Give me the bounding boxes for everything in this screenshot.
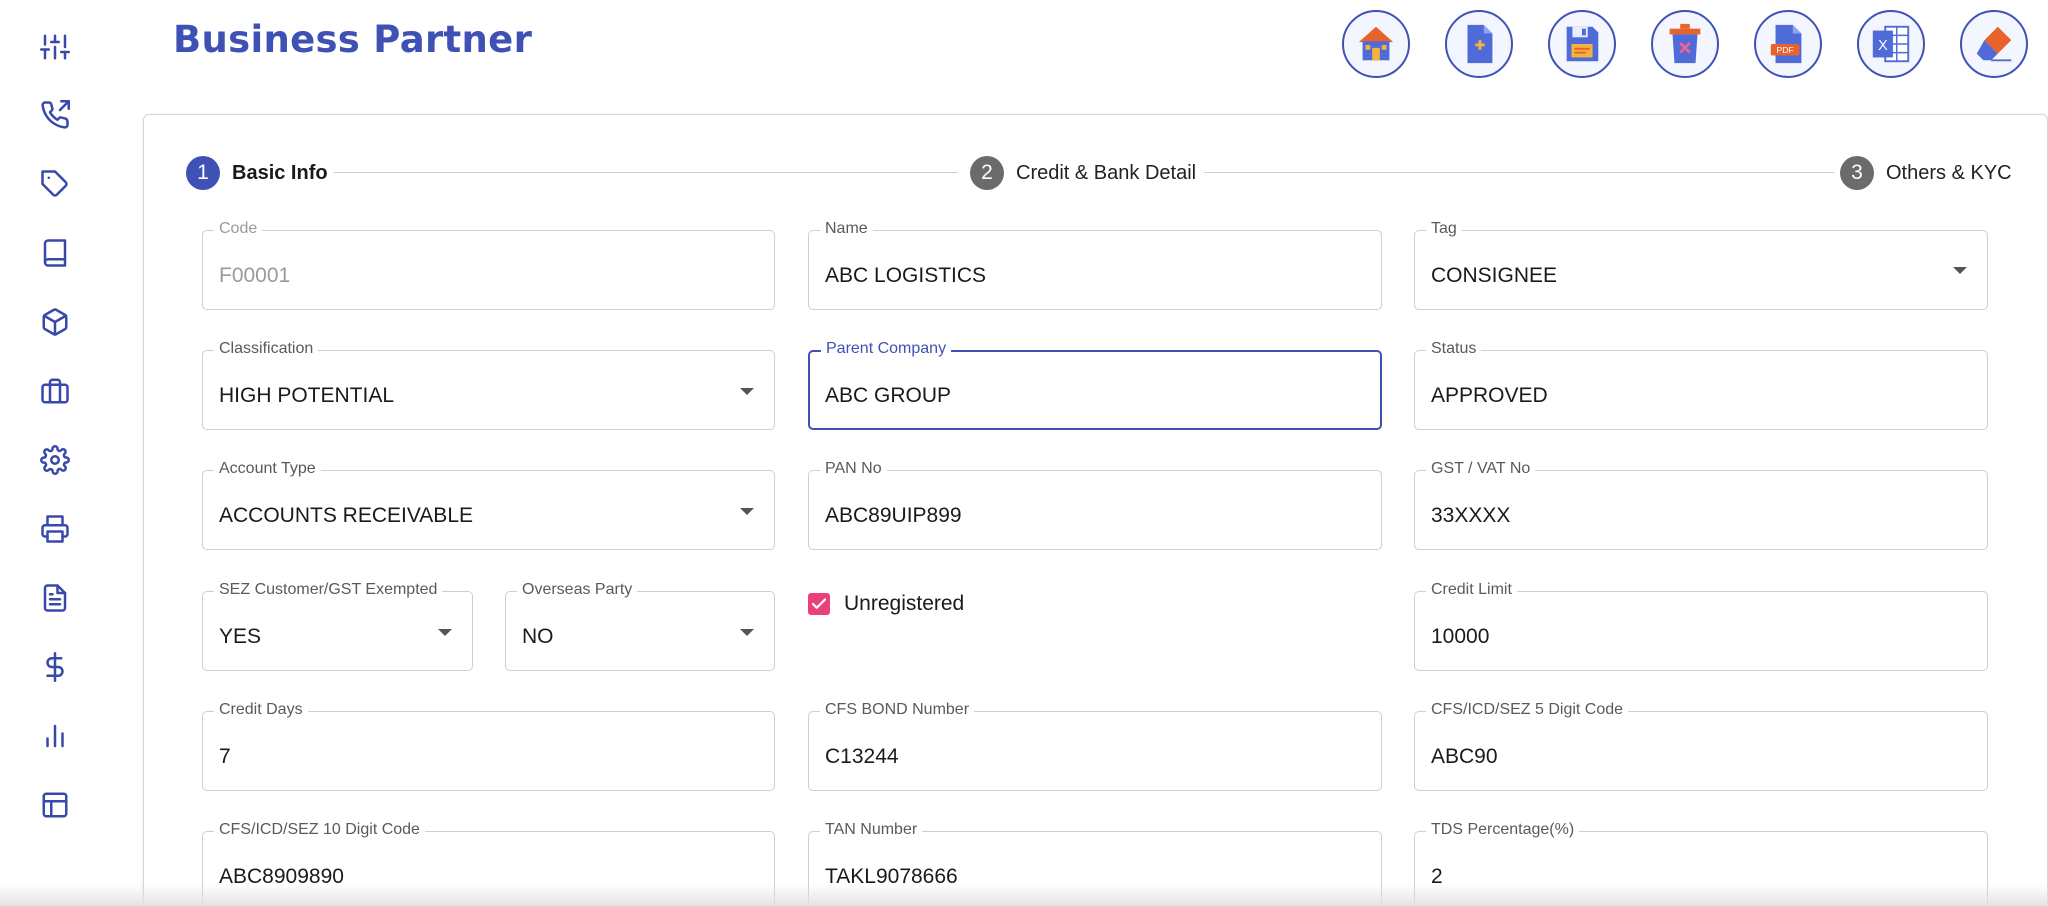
excel-icon: X — [1872, 25, 1910, 63]
parent-company-field[interactable]: Parent Company ABC GROUP — [808, 340, 1382, 430]
book-icon[interactable] — [34, 232, 76, 274]
chevron-down-icon — [740, 508, 754, 515]
step-label: Basic Info — [232, 161, 328, 184]
floppy-disk-icon — [1566, 26, 1599, 62]
chevron-down-icon — [1953, 267, 1967, 274]
status-field[interactable]: Status APPROVED — [1414, 340, 1988, 430]
field-value: 7 — [219, 745, 231, 768]
field-value: 10000 — [1431, 625, 1490, 648]
home-icon — [1358, 26, 1394, 61]
cfs-bond-number-field[interactable]: CFS BOND Number C13244 — [808, 701, 1382, 791]
delete-button[interactable] — [1651, 10, 1719, 78]
step-credit-bank-detail[interactable]: 2 Credit & Bank Detail — [970, 154, 1196, 192]
field-label: PAN No — [820, 460, 887, 478]
sez-customer-select[interactable]: SEZ Customer/GST Exempted YES — [202, 581, 473, 671]
field-value: APPROVED — [1431, 384, 1548, 407]
step-label: Others & KYC — [1886, 161, 2012, 184]
home-button[interactable] — [1342, 10, 1410, 78]
checkbox-checked-icon — [808, 593, 830, 615]
field-value: ACCOUNTS RECEIVABLE — [219, 504, 473, 527]
chevron-down-icon — [438, 629, 452, 636]
field-value: HIGH POTENTIAL — [219, 384, 395, 407]
chevron-down-icon — [740, 629, 754, 636]
field-label: Status — [1426, 340, 1482, 358]
cfs-5-digit-code-field[interactable]: CFS/ICD/SEZ 5 Digit Code ABC90 — [1414, 701, 1988, 791]
export-pdf-button[interactable]: PDF — [1754, 10, 1822, 78]
bar-chart-icon[interactable] — [34, 715, 76, 757]
overseas-party-select[interactable]: Overseas Party NO — [505, 581, 775, 671]
field-value: ABC89UIP899 — [825, 504, 962, 527]
field-label: TAN Number — [820, 821, 923, 839]
pdf-icon: PDF — [1770, 24, 1802, 64]
field-value: ABC LOGISTICS — [825, 264, 987, 287]
eraser-icon — [1976, 26, 2012, 62]
tag-select[interactable]: Tag CONSIGNEE — [1414, 220, 1988, 310]
field-label: CFS/ICD/SEZ 10 Digit Code — [214, 821, 425, 839]
briefcase-icon[interactable] — [34, 370, 76, 412]
step-number: 3 — [1840, 156, 1874, 190]
code-field[interactable]: Code F00001 — [202, 220, 775, 310]
step-connector — [1204, 172, 1834, 173]
field-label: Overseas Party — [517, 581, 638, 599]
field-label: TDS Percentage(%) — [1426, 821, 1580, 839]
field-value: CONSIGNEE — [1431, 264, 1558, 287]
export-excel-button[interactable]: X — [1857, 10, 1925, 78]
checkbox-label: Unregistered — [844, 592, 965, 615]
step-others-kyc[interactable]: 3 Others & KYC — [1840, 154, 2012, 192]
printer-icon[interactable] — [34, 508, 76, 550]
step-basic-info[interactable]: 1 Basic Info — [186, 154, 328, 192]
pdf-text: PDF — [1777, 45, 1794, 55]
field-value: C13244 — [825, 745, 899, 768]
tag-icon[interactable] — [34, 163, 76, 205]
phone-outgoing-icon[interactable] — [34, 94, 76, 136]
bottom-shadow — [0, 884, 2048, 906]
field-label: CFS BOND Number — [820, 701, 975, 719]
sliders-icon[interactable] — [34, 26, 76, 68]
package-icon[interactable] — [34, 301, 76, 343]
credit-days-field[interactable]: Credit Days 7 — [202, 701, 775, 791]
document-icon[interactable] — [34, 577, 76, 619]
field-label: Parent Company — [821, 340, 952, 358]
excel-text: X — [1878, 38, 1888, 54]
trash-icon — [1669, 23, 1701, 64]
field-label: Classification — [214, 340, 319, 358]
account-type-select[interactable]: Account Type ACCOUNTS RECEIVABLE — [202, 460, 775, 550]
credit-limit-field[interactable]: Credit Limit 10000 — [1414, 581, 1988, 671]
chevron-down-icon — [740, 388, 754, 395]
clear-button[interactable] — [1960, 10, 2028, 78]
step-connector — [334, 172, 958, 173]
field-value: 33XXXX — [1431, 504, 1511, 527]
field-value: NO — [522, 625, 554, 648]
dollar-icon[interactable] — [34, 646, 76, 688]
unregistered-checkbox[interactable]: Unregistered — [808, 592, 964, 616]
step-number: 1 — [186, 156, 220, 190]
field-label: Name — [820, 220, 873, 238]
new-document-icon — [1467, 24, 1493, 64]
field-label: Credit Limit — [1426, 581, 1517, 599]
field-label: CFS/ICD/SEZ 5 Digit Code — [1426, 701, 1629, 719]
pan-no-field[interactable]: PAN No ABC89UIP899 — [808, 460, 1382, 550]
step-number: 2 — [970, 156, 1004, 190]
field-label: GST / VAT No — [1426, 460, 1536, 478]
layout-icon[interactable] — [34, 784, 76, 826]
gst-vat-no-field[interactable]: GST / VAT No 33XXXX — [1414, 460, 1988, 550]
field-label: Account Type — [214, 460, 321, 478]
field-value: ABC90 — [1431, 745, 1498, 768]
classification-select[interactable]: Classification HIGH POTENTIAL — [202, 340, 775, 430]
field-value: F00001 — [219, 264, 291, 287]
new-document-button[interactable] — [1445, 10, 1513, 78]
field-label: Tag — [1426, 220, 1462, 238]
field-label: SEZ Customer/GST Exempted — [214, 581, 443, 599]
field-value: ABC GROUP — [825, 384, 952, 407]
sidebar — [0, 0, 110, 906]
page-title: Business Partner — [173, 18, 533, 61]
field-value: YES — [219, 625, 262, 648]
field-label: Code — [214, 220, 263, 238]
step-label: Credit & Bank Detail — [1016, 161, 1197, 184]
save-button[interactable] — [1548, 10, 1616, 78]
name-field[interactable]: Name ABC LOGISTICS — [808, 220, 1382, 310]
gear-icon[interactable] — [34, 439, 76, 481]
field-label: Credit Days — [214, 701, 308, 719]
